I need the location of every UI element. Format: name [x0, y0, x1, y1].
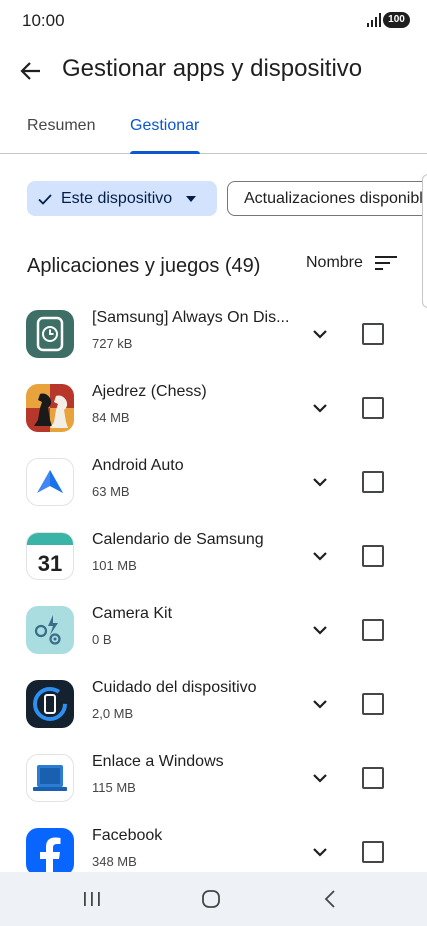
sort-button[interactable]: Nombre [306, 251, 397, 275]
back-button[interactable] [14, 54, 48, 88]
app-row[interactable]: Android Auto 63 MB [0, 448, 427, 522]
link-to-windows-icon [26, 754, 74, 802]
app-name: [Samsung] Always On Dis... [92, 309, 290, 326]
app-row[interactable]: Ajedrez (Chess) 84 MB [0, 374, 427, 448]
status-bar: 10:00 100 [0, 0, 427, 42]
calendar-icon: 31 [26, 532, 74, 580]
app-checkbox[interactable] [362, 841, 384, 863]
home-icon[interactable] [199, 887, 223, 911]
app-checkbox[interactable] [362, 397, 384, 419]
app-name: Cuidado del dispositivo [92, 679, 257, 696]
chevron-down-icon[interactable] [308, 470, 332, 494]
arrow-left-icon [20, 62, 40, 80]
android-auto-icon [26, 458, 74, 506]
calendar-day-number: 31 [38, 551, 62, 576]
device-care-icon [26, 680, 74, 728]
app-size: 2,0 MB [92, 706, 134, 721]
app-row[interactable]: 31 Calendario de Samsung 101 MB [0, 522, 427, 596]
active-tab-indicator [130, 151, 200, 154]
app-name: Camera Kit [92, 605, 173, 622]
app-name: Enlace a Windows [92, 753, 224, 770]
dropdown-caret-icon [186, 195, 197, 202]
signal-icon [367, 13, 381, 27]
app-row[interactable]: [Samsung] Always On Dis... 727 kB [0, 300, 427, 374]
recent-apps-icon[interactable] [80, 887, 104, 911]
tab-resumen[interactable]: Resumen [27, 117, 95, 135]
app-size: 348 MB [92, 854, 137, 869]
app-row[interactable]: Camera Kit 0 B [0, 596, 427, 670]
sort-label: Nombre [306, 254, 363, 271]
tab-bar: Resumen Gestionar [0, 104, 427, 154]
app-checkbox[interactable] [362, 471, 384, 493]
chevron-down-icon[interactable] [308, 618, 332, 642]
app-name: Facebook [92, 827, 163, 844]
app-row[interactable]: Enlace a Windows 115 MB [0, 744, 427, 818]
filter-chips: Este dispositivo Actualizaciones disponi… [0, 180, 427, 218]
updates-filter-label: Actualizaciones disponibles [244, 189, 427, 207]
app-name: Android Auto [92, 457, 184, 474]
sort-icon [374, 256, 397, 270]
chevron-down-icon[interactable] [308, 840, 332, 864]
tab-gestionar[interactable]: Gestionar [130, 117, 199, 135]
side-panel-edge [422, 174, 427, 308]
battery-indicator: 100 [383, 12, 410, 28]
check-icon [38, 193, 52, 205]
app-size: 84 MB [92, 410, 130, 425]
chess-icon [26, 384, 74, 432]
chevron-down-icon[interactable] [308, 544, 332, 568]
updates-filter-chip[interactable]: Actualizaciones disponibles [227, 181, 427, 216]
app-size: 727 kB [92, 336, 133, 351]
app-checkbox[interactable] [362, 323, 384, 345]
chevron-down-icon[interactable] [308, 692, 332, 716]
chevron-down-icon[interactable] [308, 766, 332, 790]
camera-kit-icon [26, 606, 74, 654]
chevron-down-icon[interactable] [308, 396, 332, 420]
app-checkbox[interactable] [362, 619, 384, 641]
system-nav-bar [0, 872, 427, 926]
app-checkbox[interactable] [362, 693, 384, 715]
app-size: 115 MB [92, 780, 136, 795]
device-filter-chip[interactable]: Este dispositivo [27, 181, 217, 216]
app-name: Calendario de Samsung [92, 531, 264, 548]
device-filter-label: Este dispositivo [61, 189, 173, 207]
app-name: Ajedrez (Chess) [92, 383, 207, 400]
chevron-down-icon[interactable] [308, 322, 332, 346]
app-size: 63 MB [92, 484, 130, 499]
status-time: 10:00 [22, 11, 65, 30]
app-size: 101 MB [92, 558, 137, 573]
app-checkbox[interactable] [362, 545, 384, 567]
app-row[interactable]: Cuidado del dispositivo 2,0 MB [0, 670, 427, 744]
app-bar: Gestionar apps y dispositivo [0, 42, 427, 98]
always-on-display-icon [26, 310, 74, 358]
app-size: 0 B [92, 632, 112, 647]
section-title: Aplicaciones y juegos (49) [27, 255, 261, 277]
back-nav-icon[interactable] [319, 887, 343, 911]
app-checkbox[interactable] [362, 767, 384, 789]
page-title: Gestionar apps y dispositivo [62, 55, 363, 82]
facebook-icon [26, 828, 74, 876]
